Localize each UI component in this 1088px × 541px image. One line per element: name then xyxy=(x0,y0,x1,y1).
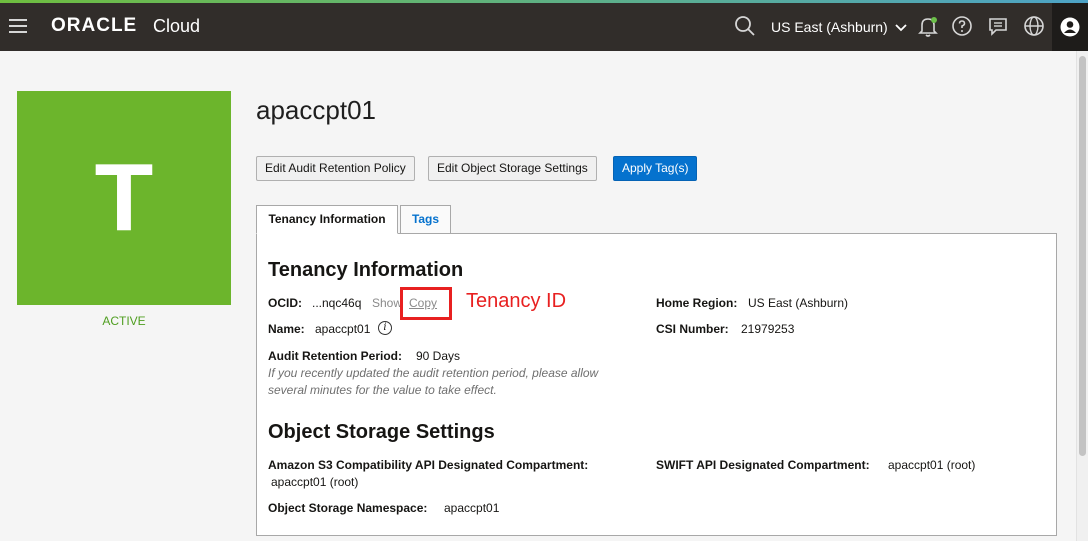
chat-icon[interactable] xyxy=(986,14,1010,38)
tenancy-tile: T xyxy=(17,91,231,305)
show-ocid-link[interactable]: Show xyxy=(372,296,402,310)
csi-number-label: CSI Number: xyxy=(656,322,729,336)
tenancy-initial: T xyxy=(94,144,154,251)
audit-retention-label: Audit Retention Period: xyxy=(268,349,402,363)
swift-compartment-value: apaccpt01 (root) xyxy=(888,458,976,472)
scrollbar-thumb[interactable] xyxy=(1079,56,1086,456)
name-value: apaccpt01 xyxy=(315,322,371,336)
header-accent-line xyxy=(0,0,1088,3)
user-icon xyxy=(1060,17,1080,42)
region-selector[interactable]: US East (Ashburn) xyxy=(771,19,907,35)
csi-number-value: 21979253 xyxy=(741,322,795,336)
tab-tags[interactable]: Tags xyxy=(400,205,451,234)
s3-compartment-value: apaccpt01 (root) xyxy=(271,475,359,489)
audit-note-line2: several minutes for the value to take ef… xyxy=(268,383,497,397)
edit-audit-retention-button[interactable]: Edit Audit Retention Policy xyxy=(256,156,415,181)
s3-compartment-label: Amazon S3 Compatibility API Designated C… xyxy=(268,458,589,472)
tenancy-id-annotation: Tenancy ID xyxy=(466,290,567,312)
user-menu[interactable] xyxy=(1052,3,1088,51)
swift-compartment-label: SWIFT API Designated Compartment: xyxy=(656,458,870,472)
namespace-value: apaccpt01 xyxy=(444,501,500,515)
apply-tags-button[interactable]: Apply Tag(s) xyxy=(613,156,698,181)
ocid-value: ...nqc46q xyxy=(312,296,362,310)
ocid-label: OCID: xyxy=(268,296,302,310)
home-region-value: US East (Ashburn) xyxy=(748,296,849,310)
cloud-logo-text[interactable]: Cloud xyxy=(153,16,200,37)
chevron-down-icon xyxy=(892,19,907,35)
menu-icon[interactable] xyxy=(9,18,27,34)
info-icon[interactable]: i xyxy=(378,321,392,335)
region-label: US East (Ashburn) xyxy=(771,19,888,35)
audit-retention-value: 90 Days xyxy=(416,349,461,363)
bell-icon[interactable] xyxy=(916,14,940,38)
page-title: apaccpt01 xyxy=(256,95,376,125)
oracle-logo[interactable]: ORACLE xyxy=(51,15,137,37)
globe-icon[interactable] xyxy=(1022,14,1046,38)
tab-tenancy-information[interactable]: Tenancy Information xyxy=(256,205,398,234)
top-header: ORACLE Cloud US East (Ashburn) xyxy=(0,0,1088,51)
copy-highlight-box xyxy=(400,287,452,320)
search-icon[interactable] xyxy=(733,14,757,38)
audit-note-line1: If you recently updated the audit retent… xyxy=(268,366,599,380)
object-storage-heading: Object Storage Settings xyxy=(268,421,495,443)
home-region-label: Home Region: xyxy=(656,296,738,310)
edit-object-storage-button[interactable]: Edit Object Storage Settings xyxy=(428,156,597,181)
name-label: Name: xyxy=(268,322,305,336)
namespace-label: Object Storage Namespace: xyxy=(268,501,428,515)
help-icon[interactable] xyxy=(950,14,974,38)
tenancy-info-heading: Tenancy Information xyxy=(268,259,464,281)
status-label: ACTIVE xyxy=(102,314,146,328)
